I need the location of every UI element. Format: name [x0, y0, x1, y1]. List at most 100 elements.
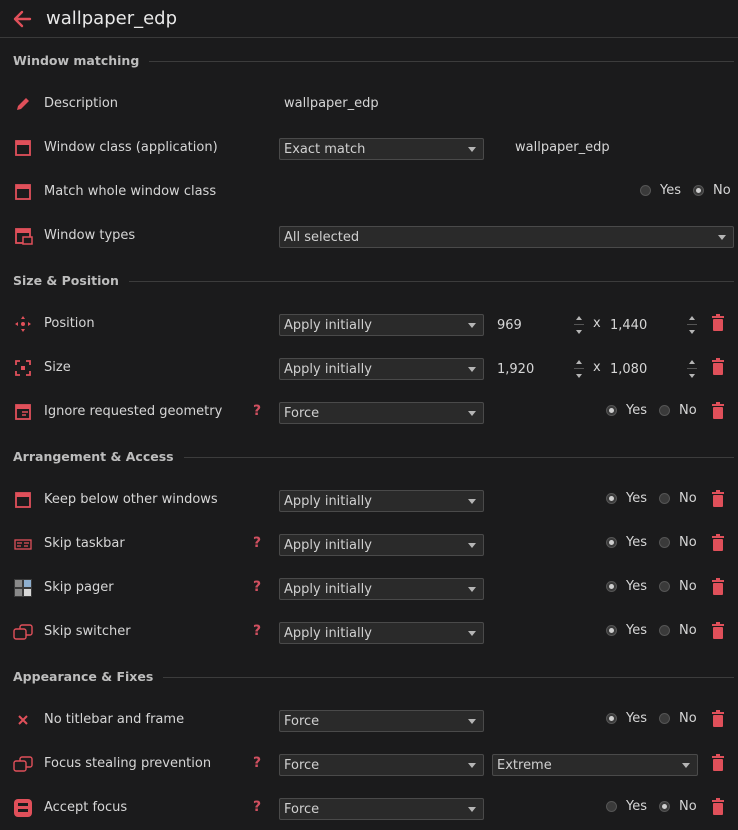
match-whole-no-radio[interactable]: No — [693, 183, 731, 198]
select-value: Apply initially — [284, 493, 372, 509]
chevron-down-icon — [468, 807, 476, 812]
radio-dot — [659, 625, 670, 636]
no-titlebar-no-radio[interactable]: No — [659, 711, 697, 726]
no-titlebar-rule-select[interactable]: Force — [279, 710, 484, 732]
page-title: wallpaper_edp — [46, 8, 178, 29]
skip-switcher-rule-select[interactable]: Apply initially — [279, 622, 484, 644]
row-no-titlebar: No titlebar and frame Force Yes No — [0, 698, 738, 742]
window-class-field[interactable]: wallpaper_edp — [515, 140, 610, 155]
help-icon[interactable]: ? — [253, 579, 261, 595]
accept-focus-label: Accept focus — [44, 800, 128, 815]
row-skip-taskbar: Skip taskbar ? Apply initially Yes No — [0, 522, 738, 566]
trash-icon[interactable] — [711, 314, 725, 332]
skip-pager-no-radio[interactable]: No — [659, 579, 697, 594]
keep-below-rule-select[interactable]: Apply initially — [279, 490, 484, 512]
radio-label: Yes — [626, 711, 647, 726]
focus-stealing-label: Focus stealing prevention — [44, 756, 212, 771]
trash-icon[interactable] — [711, 358, 725, 376]
section-divider — [128, 280, 734, 282]
description-field[interactable]: wallpaper_edp — [284, 96, 379, 111]
skip-taskbar-no-radio[interactable]: No — [659, 535, 697, 550]
row-keep-below: Keep below other windows Apply initially… — [0, 478, 738, 522]
help-icon[interactable]: ? — [253, 623, 261, 639]
trash-icon[interactable] — [711, 490, 725, 508]
move-icon — [15, 316, 31, 332]
trash-icon[interactable] — [711, 402, 725, 420]
keep-below-no-radio[interactable]: No — [659, 491, 697, 506]
geometry-icon — [15, 404, 31, 420]
chevron-down-icon — [468, 587, 476, 592]
accept-focus-rule-select[interactable]: Force — [279, 798, 484, 820]
separator: x — [593, 360, 601, 375]
row-match-whole: Match whole window class Yes No — [0, 170, 738, 214]
ignore-geometry-yes-radio[interactable]: Yes — [606, 403, 647, 418]
trash-icon[interactable] — [711, 534, 725, 552]
accept-focus-yes-radio[interactable]: Yes — [606, 799, 647, 814]
no-titlebar-yes-radio[interactable]: Yes — [606, 711, 647, 726]
section-label: Window matching — [13, 52, 140, 68]
row-description: Description wallpaper_edp — [0, 82, 738, 126]
window-types-select[interactable]: All selected — [279, 226, 734, 248]
chevron-down-icon — [468, 719, 476, 724]
help-icon[interactable]: ? — [253, 535, 261, 551]
radio-dot — [659, 493, 670, 504]
row-accept-focus: Accept focus ? Force Yes No — [0, 786, 738, 830]
window-class-match-select[interactable]: Exact match — [279, 138, 484, 160]
skip-pager-yes-radio[interactable]: Yes — [606, 579, 647, 594]
chevron-down-icon — [468, 543, 476, 548]
trash-icon[interactable] — [711, 754, 725, 772]
skip-switcher-no-radio[interactable]: No — [659, 623, 697, 638]
radio-label: No — [679, 623, 697, 638]
radio-dot — [606, 713, 617, 724]
skip-taskbar-rule-select[interactable]: Apply initially — [279, 534, 484, 556]
spin-arrows-icon[interactable] — [574, 358, 584, 380]
skip-pager-label: Skip pager — [44, 580, 114, 595]
taskbar-icon — [14, 539, 32, 550]
section-divider — [149, 60, 734, 62]
chevron-down-icon — [468, 147, 476, 152]
size-height-spinbox[interactable]: 1,080 — [605, 358, 700, 380]
chevron-down-icon — [718, 235, 726, 240]
help-icon[interactable]: ? — [253, 755, 261, 771]
accept-focus-icon — [14, 799, 32, 817]
skip-taskbar-yes-radio[interactable]: Yes — [606, 535, 647, 550]
focus-stealing-rule-select[interactable]: Force — [279, 754, 484, 776]
skip-pager-rule-select[interactable]: Apply initially — [279, 578, 484, 600]
window-types-icon — [15, 228, 33, 245]
chevron-down-icon — [468, 323, 476, 328]
accept-focus-no-radio[interactable]: No — [659, 799, 697, 814]
trash-icon[interactable] — [711, 798, 725, 816]
size-width-spinbox[interactable]: 1,920 — [492, 358, 587, 380]
switcher-icon — [13, 624, 33, 640]
spin-arrows-icon[interactable] — [687, 358, 697, 380]
spin-value: 1,080 — [610, 361, 648, 377]
help-icon[interactable]: ? — [253, 799, 261, 815]
section-label: Appearance & Fixes — [13, 668, 154, 684]
select-value: Apply initially — [284, 625, 372, 641]
section-divider — [183, 456, 734, 458]
skip-switcher-yes-radio[interactable]: Yes — [606, 623, 647, 638]
ignore-geometry-rule-select[interactable]: Force — [279, 402, 484, 424]
row-window-types: Window types All selected — [0, 214, 738, 258]
match-whole-yes-radio[interactable]: Yes — [640, 183, 681, 198]
trash-icon[interactable] — [711, 578, 725, 596]
ignore-geometry-no-radio[interactable]: No — [659, 403, 697, 418]
select-value: All selected — [284, 229, 360, 245]
position-y-spinbox[interactable]: 1,440 — [605, 314, 700, 336]
position-rule-select[interactable]: Apply initially — [279, 314, 484, 336]
focus-stealing-level-select[interactable]: Extreme — [492, 754, 698, 776]
back-arrow-icon[interactable] — [12, 9, 32, 29]
window-class-label: Window class (application) — [44, 140, 218, 155]
select-value: Exact match — [284, 141, 366, 157]
size-rule-select[interactable]: Apply initially — [279, 358, 484, 380]
spin-arrows-icon[interactable] — [574, 314, 584, 336]
position-x-spinbox[interactable]: 969 — [492, 314, 587, 336]
trash-icon[interactable] — [711, 622, 725, 640]
trash-icon[interactable] — [711, 710, 725, 728]
spin-arrows-icon[interactable] — [687, 314, 697, 336]
radio-label: No — [679, 403, 697, 418]
description-label: Description — [44, 96, 119, 111]
keep-below-yes-radio[interactable]: Yes — [606, 491, 647, 506]
help-icon[interactable]: ? — [253, 403, 261, 419]
ignore-geometry-label: Ignore requested geometry — [44, 404, 223, 419]
